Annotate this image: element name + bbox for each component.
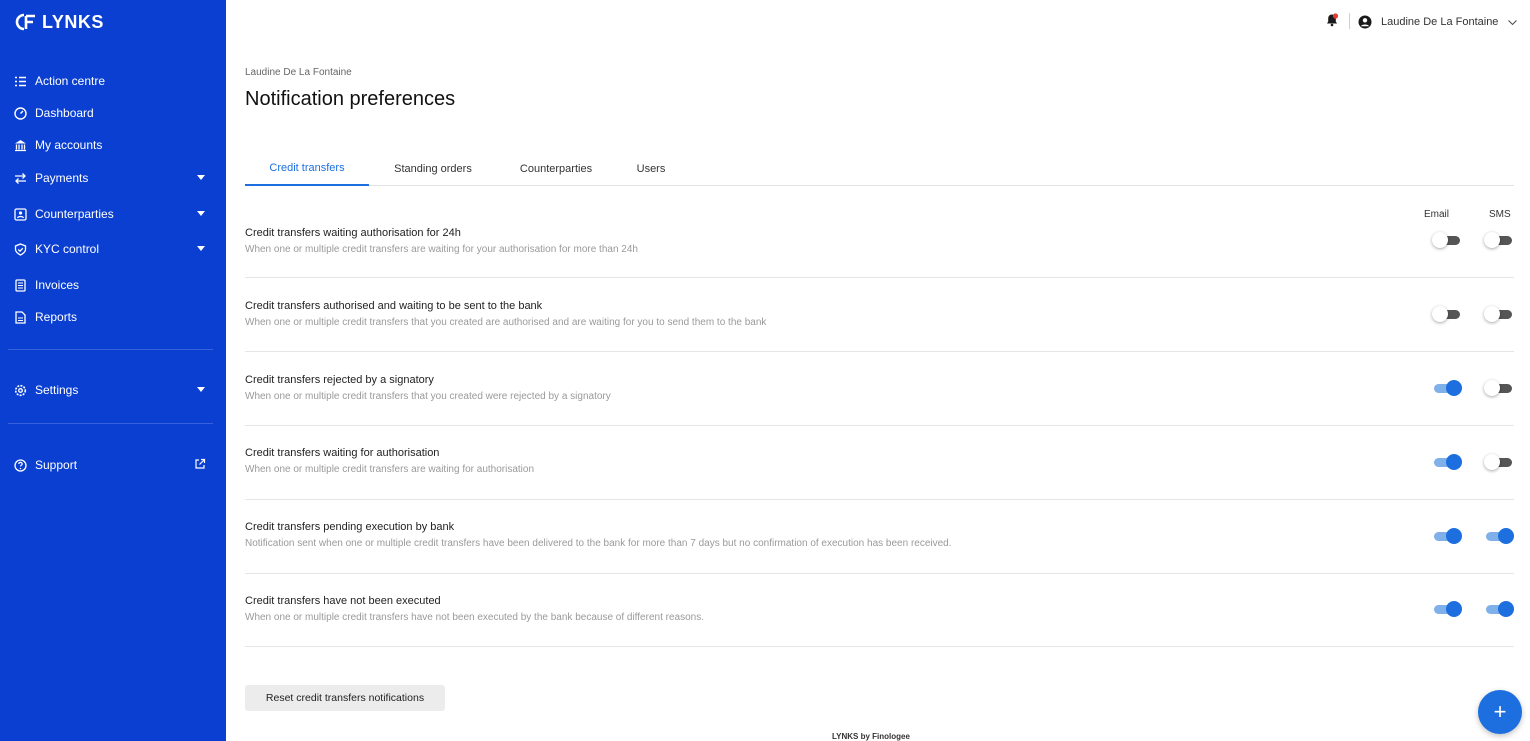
sms-toggle[interactable] [1484,306,1514,322]
sidebar-item-label: Invoices [35,278,80,292]
sidebar: LYNKS Action centre Dashboard My account… [0,0,226,741]
external-link-icon [195,458,206,469]
sidebar-item-counterparties[interactable]: Counterparties [0,201,226,227]
sms-toggle[interactable] [1484,232,1514,248]
user-avatar-icon [1358,15,1372,29]
preference-row: Credit transfers rejected by a signatory… [245,352,1514,426]
sidebar-item-payments[interactable]: Payments [0,165,226,191]
sidebar-item-label: Settings [35,383,79,397]
chevron-down-icon [197,246,205,251]
sms-toggle[interactable] [1484,528,1514,544]
sidebar-item-settings[interactable]: Settings [0,377,226,403]
preference-row: Credit transfers have not been executed … [245,574,1514,647]
list-checks-icon [14,75,27,88]
user-name: Laudine De La Fontaine [1381,16,1499,28]
chevron-down-icon [1508,19,1518,25]
preference-description: Notification sent when one or multiple c… [245,538,952,549]
preference-title: Credit transfers pending execution by ba… [245,521,455,533]
preference-title: Credit transfers rejected by a signatory [245,374,434,386]
preference-title: Credit transfers have not been executed [245,595,441,607]
preference-row: Credit transfers pending execution by ba… [245,500,1514,574]
sidebar-divider [8,423,213,424]
gear-icon [14,384,27,397]
transfer-arrows-icon [14,172,27,185]
preference-row: Credit transfers waiting for authorisati… [245,426,1514,500]
shield-check-icon [14,242,27,256]
email-toggle[interactable] [1432,232,1462,248]
sms-toggle[interactable] [1484,454,1514,470]
reset-notifications-button[interactable]: Reset credit transfers notifications [245,685,445,711]
logo[interactable]: LYNKS [15,11,104,33]
gauge-icon [14,106,27,120]
sidebar-item-action-centre[interactable]: Action centre [0,68,226,94]
sidebar-item-my-accounts[interactable]: My accounts [0,132,226,158]
sidebar-item-label: Reports [35,310,78,324]
preference-description: When one or multiple credit transfers ha… [245,612,704,623]
preference-description: When one or multiple credit transfers ar… [245,244,638,255]
tab-credit-transfers[interactable]: Credit transfers [245,152,369,186]
preference-description: When one or multiple credit transfers th… [245,317,767,328]
logo-text: LYNKS [42,11,104,32]
header-separator [1349,13,1350,29]
preference-title: Credit transfers waiting for authorisati… [245,447,440,459]
logo-mark-icon [15,13,35,31]
sidebar-item-label: KYC control [35,242,100,256]
preference-title: Credit transfers authorised and waiting … [245,300,543,312]
contact-card-icon [14,207,27,221]
sidebar-item-dashboard[interactable]: Dashboard [0,100,226,126]
user-menu[interactable]: Laudine De La Fontaine [1358,13,1518,31]
add-fab-button[interactable]: + [1478,690,1522,734]
footer-text: LYNKS by Finologee [832,732,910,741]
sidebar-item-kyc-control[interactable]: KYC control [0,236,226,262]
sidebar-item-reports[interactable]: Reports [0,304,226,330]
email-toggle[interactable] [1432,380,1462,396]
chevron-down-icon [197,211,205,216]
sidebar-item-invoices[interactable]: Invoices [0,272,226,298]
tab-users[interactable]: Users [615,152,687,186]
chevron-down-icon [197,387,205,392]
sidebar-item-label: Support [35,458,78,472]
email-toggle[interactable] [1432,306,1462,322]
preference-row: Credit transfers waiting authorisation f… [245,203,1514,278]
page-title: Notification preferences [245,88,456,110]
tab-bar: Credit transfers Standing orders Counter… [245,152,1514,186]
sidebar-item-label: Action centre [35,74,106,88]
invoice-icon [14,278,27,292]
sms-toggle[interactable] [1484,601,1514,617]
chevron-down-icon [197,175,205,180]
sidebar-item-support[interactable]: Support [0,452,226,478]
tab-counterparties[interactable]: Counterparties [497,152,615,186]
preference-description: When one or multiple credit transfers th… [245,391,611,402]
preference-description: When one or multiple credit transfers ar… [245,464,535,475]
preference-row: Credit transfers authorised and waiting … [245,278,1514,352]
sidebar-item-label: Dashboard [35,106,94,120]
sidebar-item-label: My accounts [35,138,103,152]
sidebar-item-label: Payments [35,171,89,185]
preference-title: Credit transfers waiting authorisation f… [245,227,461,239]
breadcrumb: Laudine De La Fontaine [245,67,352,78]
sidebar-item-label: Counterparties [35,207,114,221]
document-icon [14,310,27,324]
sms-toggle[interactable] [1484,380,1514,396]
sidebar-divider [8,349,213,350]
email-toggle[interactable] [1432,601,1462,617]
help-circle-icon [14,458,27,472]
email-toggle[interactable] [1432,454,1462,470]
email-toggle[interactable] [1432,528,1462,544]
notification-bell-icon[interactable] [1325,13,1339,27]
bank-icon [14,139,27,152]
tab-standing-orders[interactable]: Standing orders [369,152,497,186]
